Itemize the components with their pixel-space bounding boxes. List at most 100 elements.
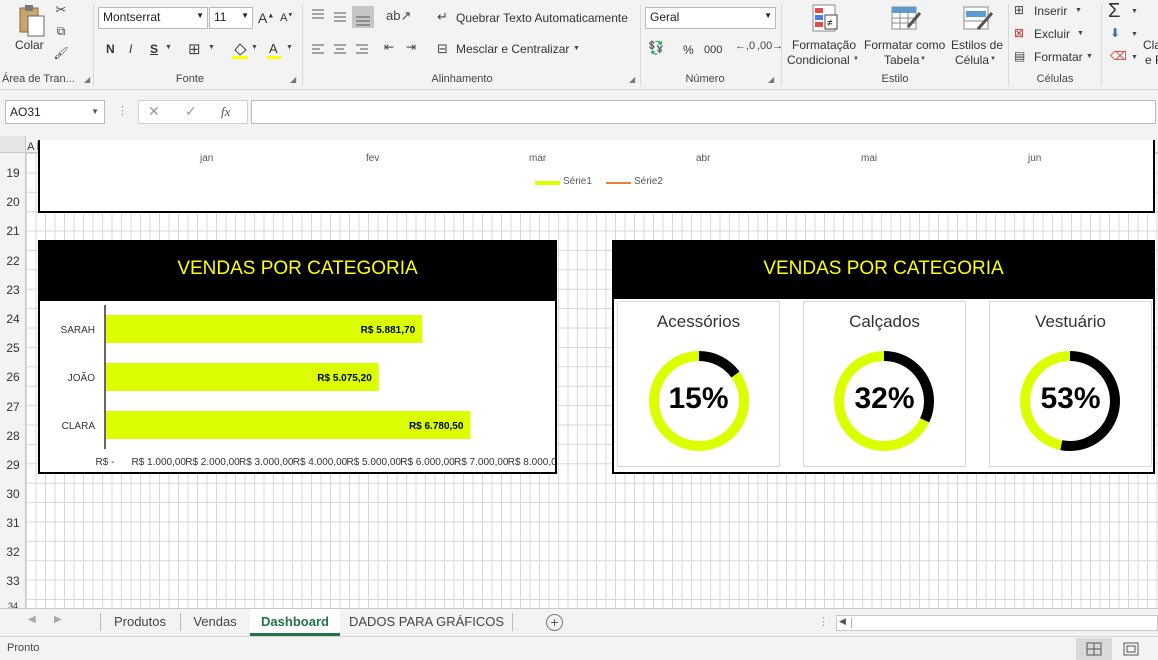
row-header[interactable]: 34 [0, 601, 25, 608]
scroll-left-icon[interactable]: ◀ [28, 614, 36, 625]
cell-styles-line2[interactable]: Célula [955, 53, 989, 67]
tab-dados-para-graficos[interactable]: DADOS PARA GRÁFICOS [341, 609, 512, 636]
chevron-down-icon[interactable]: ▼ [251, 44, 258, 51]
insert-cells-icon[interactable]: ⊞ [1014, 3, 1024, 17]
scrollbar-thumb[interactable] [851, 618, 1151, 628]
number-launcher-icon[interactable]: ◢ [768, 75, 774, 84]
copy-icon[interactable]: ⧉ [53, 24, 69, 39]
cell-styles-icon[interactable] [962, 3, 994, 35]
row-header[interactable]: 33 [0, 574, 25, 588]
tab-vendas[interactable]: Vendas [181, 609, 249, 636]
format-as-table-icon[interactable] [890, 3, 922, 35]
format-painter-icon[interactable]: 🖌 [53, 46, 69, 60]
percent-button[interactable]: % [683, 43, 694, 57]
conditional-formatting-icon[interactable]: ≠ [811, 3, 839, 35]
row-header[interactable]: 26 [0, 370, 25, 384]
alignment-launcher-icon[interactable]: ◢ [629, 75, 635, 84]
chevron-down-icon[interactable]: ▼ [1077, 30, 1084, 37]
donut-card-accessories[interactable]: Acessórios 15% [617, 301, 780, 467]
grow-font-icon[interactable]: A▲ [258, 10, 274, 26]
monthly-chart[interactable]: jan fev mar abr mai jun Série1 Série2 [38, 140, 1155, 213]
page-layout-view-button[interactable] [1116, 638, 1146, 660]
delete-cells-button[interactable]: Excluir [1034, 27, 1070, 41]
chevron-down-icon[interactable]: ▼ [1131, 31, 1138, 38]
currency-icon[interactable]: 💱 [648, 40, 664, 56]
row-header[interactable]: 30 [0, 487, 25, 501]
insert-function-icon[interactable]: fx [221, 104, 230, 120]
number-format-select[interactable]: Geral ▼ [645, 7, 776, 29]
formula-input[interactable] [251, 100, 1156, 124]
format-cells-button[interactable]: Formatar [1034, 50, 1083, 64]
row-header[interactable]: 28 [0, 429, 25, 443]
add-sheet-icon[interactable]: + [546, 614, 563, 631]
chevron-down-icon[interactable]: ▼ [1131, 8, 1138, 15]
fill-color-icon[interactable] [231, 40, 249, 60]
row-header[interactable]: 27 [0, 400, 25, 414]
row-header[interactable]: 20 [0, 195, 25, 209]
font-size-select[interactable]: 11 ▼ [209, 7, 253, 29]
paste-button[interactable]: Colar [15, 38, 44, 52]
conditional-formatting-line2[interactable]: Condicional [787, 53, 850, 67]
fill-down-icon[interactable]: ⬇ [1110, 26, 1120, 40]
increase-decimal-icon[interactable]: ←,0 [735, 40, 755, 52]
row-header[interactable]: 31 [0, 516, 25, 530]
donut-card-clothing[interactable]: Vestuário 53% [989, 301, 1152, 467]
underline-button[interactable]: S [150, 42, 158, 56]
row-header[interactable]: 25 [0, 341, 25, 355]
clear-icon[interactable]: ⌫ [1110, 49, 1127, 63]
row-header[interactable]: 29 [0, 458, 25, 472]
sort-filter-label-partial-1[interactable]: Cla [1143, 38, 1158, 52]
row-header[interactable]: 22 [0, 254, 25, 268]
row-header[interactable]: 19 [0, 166, 25, 180]
decrease-decimal-icon[interactable]: ,00→ [757, 40, 783, 52]
wrap-text-button[interactable]: Quebrar Texto Automaticamente [456, 11, 628, 25]
cell-styles-line1[interactable]: Estilos de [951, 38, 1003, 52]
thousands-button[interactable]: 000 [704, 44, 722, 56]
tab-dashboard[interactable]: Dashboard [250, 609, 340, 636]
chevron-down-icon[interactable]: ▼ [286, 44, 293, 51]
name-box[interactable]: AO31 ▼ [5, 100, 105, 124]
enter-icon[interactable]: ✓ [185, 103, 197, 120]
merge-center-icon[interactable]: ⊟ [437, 41, 448, 57]
borders-icon[interactable]: ⊞ [188, 40, 201, 58]
wrap-text-icon[interactable]: ↵ [437, 9, 448, 25]
font-launcher-icon[interactable]: ◢ [290, 75, 296, 84]
row-header[interactable]: 23 [0, 283, 25, 297]
format-cells-icon[interactable]: ▤ [1014, 49, 1025, 63]
bold-button[interactable]: N [106, 42, 115, 56]
horizontal-scrollbar[interactable]: ◀ [836, 615, 1158, 631]
autosum-icon[interactable]: Σ [1108, 0, 1120, 23]
font-name-select[interactable]: Montserrat ▼ [98, 7, 208, 29]
decrease-indent-icon[interactable]: ⇤ [384, 40, 394, 54]
bar-chart[interactable]: SARAH R$ 5.881,70 JOÃO R$ 5.075,20 CLARA R$ 6… [38, 299, 557, 474]
normal-view-button[interactable] [1076, 638, 1112, 660]
clipboard-launcher-icon[interactable]: ◢ [84, 75, 90, 84]
row-header[interactable]: 24 [0, 312, 25, 326]
format-as-table-line1[interactable]: Formatar como [864, 38, 945, 52]
italic-button[interactable]: I [129, 42, 132, 56]
format-as-table-line2[interactable]: Tabela [884, 53, 919, 67]
row-header[interactable]: 32 [0, 545, 25, 559]
cut-icon[interactable]: ✂ [53, 2, 69, 18]
select-all-corner[interactable] [0, 136, 26, 152]
chevron-down-icon[interactable]: ▼ [573, 45, 580, 52]
chevron-down-icon[interactable]: ▼ [1086, 53, 1093, 60]
scroll-right-icon[interactable]: ▶ [54, 614, 62, 625]
column-header[interactable]: A [26, 141, 36, 152]
orientation-icon[interactable]: ab↗ [386, 8, 411, 24]
delete-cells-icon[interactable]: ⊠ [1014, 26, 1024, 40]
donut-card-shoes[interactable]: Calçados 32% [803, 301, 966, 467]
increase-indent-icon[interactable]: ⇥ [406, 40, 416, 54]
chevron-down-icon[interactable]: ▼ [165, 44, 172, 51]
font-color-icon[interactable]: A [266, 40, 282, 60]
sort-filter-label-partial-2[interactable]: e F [1145, 53, 1158, 67]
chevron-down-icon[interactable]: ▼ [1131, 54, 1138, 61]
paste-icon[interactable] [14, 4, 46, 38]
tab-produtos[interactable]: Produtos [101, 609, 179, 636]
scroll-left-icon[interactable]: ◀ [839, 616, 846, 627]
chevron-down-icon[interactable]: ▼ [1075, 7, 1082, 14]
insert-cells-button[interactable]: Inserir [1034, 4, 1067, 18]
merge-center-button[interactable]: Mesclar e Centralizar [456, 42, 569, 56]
shrink-font-icon[interactable]: A▼ [280, 12, 293, 24]
cancel-icon[interactable]: ✕ [148, 103, 160, 120]
